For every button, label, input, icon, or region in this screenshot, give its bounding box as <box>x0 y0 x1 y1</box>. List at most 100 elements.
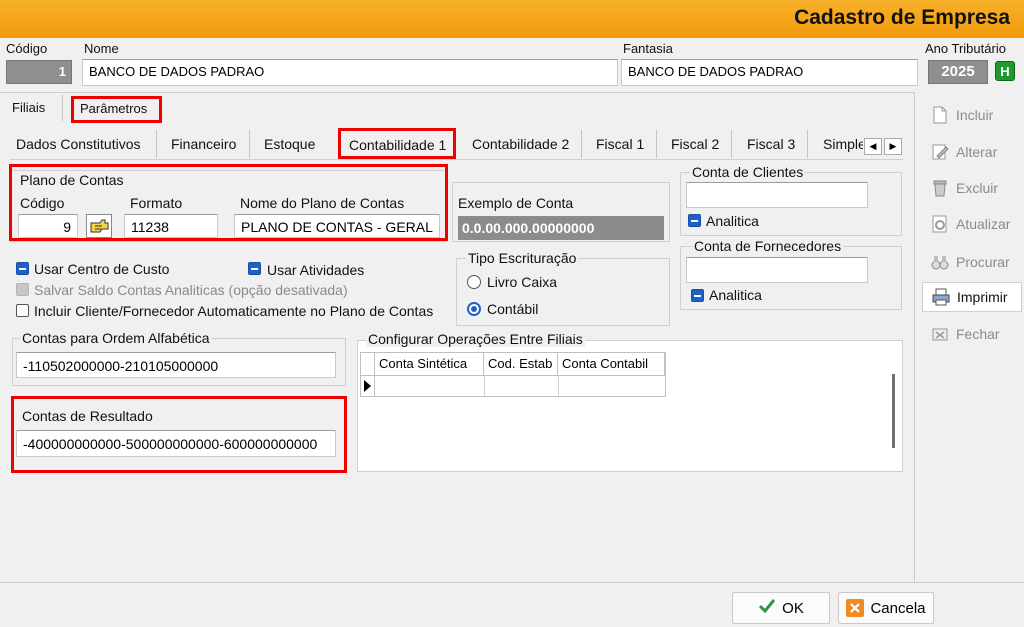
pointing-hand-icon[interactable] <box>86 214 112 238</box>
tab-parametros[interactable]: Parâmetros <box>80 101 147 116</box>
grid-row-separator <box>361 375 665 376</box>
excluir-label: Excluir <box>956 180 999 196</box>
clientes-analitica-checkbox[interactable] <box>688 214 701 227</box>
ordem-alfabetica-field[interactable]: -110502000000-210105000000 <box>16 352 336 378</box>
fechar-label: Fechar <box>956 326 1000 342</box>
cancel-label: Cancela <box>870 599 926 617</box>
grid-cell-separator <box>558 376 559 396</box>
footer-divider <box>0 582 1024 583</box>
tab-separator <box>731 130 732 158</box>
grid-cell-separator <box>484 376 485 396</box>
formato-label: Formato <box>130 195 183 211</box>
fantasia-field[interactable]: BANCO DE DADOS PADRAO <box>621 59 918 86</box>
fantasia-label: Fantasia <box>623 41 673 56</box>
tab-simples[interactable]: Simple <box>823 136 863 152</box>
trash-icon <box>930 178 950 198</box>
livro-caixa-label: Livro Caixa <box>487 274 558 290</box>
atividades-checkbox[interactable] <box>248 262 261 275</box>
livro-caixa-radio[interactable] <box>467 275 481 289</box>
atualizar-label: Atualizar <box>956 216 1011 232</box>
incluir-cliente-label: Incluir Cliente/Fornecedor Automaticamen… <box>34 303 434 319</box>
refresh-icon <box>930 214 950 234</box>
operacoes-label: Configurar Operações Entre Filiais <box>366 331 585 347</box>
column-header[interactable]: Conta Sintética <box>375 353 484 375</box>
grid-scrollbar[interactable] <box>892 374 895 448</box>
fornecedores-analitica-label: Analitica <box>709 287 762 303</box>
cancel-icon <box>846 599 865 617</box>
procurar-label: Procurar <box>956 254 1010 270</box>
ano-field[interactable]: 2025 <box>928 60 988 84</box>
tab-financeiro[interactable]: Financeiro <box>171 136 236 152</box>
plano-codigo-label: Código <box>20 195 65 211</box>
nome-label: Nome <box>84 41 119 56</box>
atividades-label: Usar Atividades <box>267 262 365 278</box>
tab-separator <box>581 130 582 158</box>
excluir-button[interactable]: Excluir <box>922 173 1022 203</box>
tab-contabilidade-1[interactable]: Contabilidade 1 <box>349 137 446 153</box>
binoculars-icon <box>930 252 950 272</box>
column-header[interactable]: Conta Contabil <box>558 353 665 375</box>
salvar-saldo-label: Salvar Saldo Contas Analiticas (opção de… <box>34 282 348 298</box>
window-title: Cadastro de Empresa <box>794 6 1010 29</box>
grid-cell-separator <box>374 376 375 396</box>
formato-field[interactable]: 11238 <box>124 214 218 238</box>
printer-icon <box>931 287 951 307</box>
tab-fiscal-1[interactable]: Fiscal 1 <box>596 136 644 152</box>
codigo-label: Código <box>6 41 48 56</box>
plano-codigo-field[interactable]: 9 <box>18 214 78 238</box>
exemplo-conta-label: Exemplo de Conta <box>458 195 574 211</box>
tab-fiscal-2[interactable]: Fiscal 2 <box>671 136 719 152</box>
salvar-saldo-checkbox <box>16 283 29 296</box>
tab-fiscal-3[interactable]: Fiscal 3 <box>747 136 795 152</box>
ordem-alfabetica-label: Contas para Ordem Alfabética <box>20 330 212 346</box>
tab-filiais[interactable]: Filiais <box>12 100 45 115</box>
alterar-button[interactable]: Alterar <box>922 137 1022 167</box>
fornecedores-field[interactable] <box>686 257 868 283</box>
procurar-button[interactable]: Procurar <box>922 247 1022 277</box>
tab-scroll-left-icon[interactable]: ◀ <box>864 138 882 155</box>
tab-dados-constitutivos[interactable]: Dados Constitutivos <box>16 136 141 152</box>
ano-label: Ano Tributário <box>925 41 1006 56</box>
clientes-analitica-label: Analitica <box>706 213 759 229</box>
grid-header-corner <box>361 353 375 375</box>
tab-estoque[interactable]: Estoque <box>264 136 315 152</box>
imprimir-label: Imprimir <box>957 289 1008 305</box>
fechar-button[interactable]: Fechar <box>922 319 1022 349</box>
clientes-label: Conta de Clientes <box>690 164 806 180</box>
new-document-icon <box>930 105 950 125</box>
centro-custo-checkbox[interactable] <box>16 262 29 275</box>
cancel-button[interactable]: Cancela <box>838 592 934 624</box>
historico-button[interactable]: H <box>995 61 1015 81</box>
atualizar-button[interactable]: Atualizar <box>922 209 1022 239</box>
tab-separator <box>807 130 808 158</box>
edit-icon <box>930 142 950 162</box>
incluir-label: Incluir <box>956 107 994 123</box>
column-header[interactable]: Cod. Estab <box>484 353 558 375</box>
ok-button[interactable]: OK <box>732 592 830 624</box>
tipo-escrituracao-label: Tipo Escrituração <box>466 250 579 266</box>
ok-label: OK <box>782 599 804 617</box>
close-window-icon <box>930 324 950 344</box>
tab-separator <box>62 95 63 121</box>
incluir-cliente-checkbox[interactable] <box>16 304 29 317</box>
current-row-indicator-icon <box>364 380 371 392</box>
contas-resultado-field[interactable]: -400000000000-500000000000-600000000000 <box>16 430 336 457</box>
incluir-button[interactable]: Incluir <box>922 100 1022 130</box>
clientes-field[interactable] <box>686 182 868 208</box>
imprimir-button[interactable]: Imprimir <box>922 282 1022 312</box>
panel-divider <box>914 92 915 582</box>
nome-field[interactable]: BANCO DE DADOS PADRAO <box>82 59 618 86</box>
contabil-radio[interactable] <box>467 302 481 316</box>
fornecedores-label: Conta de Fornecedores <box>692 238 844 254</box>
codigo-field[interactable]: 1 <box>6 60 72 84</box>
tab-scroll-right-icon[interactable]: ▶ <box>884 138 902 155</box>
contabil-label: Contábil <box>487 301 539 317</box>
exemplo-conta-field: 0.0.00.000.00000000 <box>458 216 664 240</box>
alterar-label: Alterar <box>956 144 998 160</box>
tab-separator <box>249 130 250 158</box>
tab-contabilidade-2[interactable]: Contabilidade 2 <box>472 136 569 152</box>
nome-plano-field[interactable]: PLANO DE CONTAS - GERAL <box>234 214 440 238</box>
fornecedores-analitica-checkbox[interactable] <box>691 289 704 302</box>
checkmark-icon <box>758 598 776 618</box>
contas-resultado-label: Contas de Resultado <box>22 408 153 424</box>
